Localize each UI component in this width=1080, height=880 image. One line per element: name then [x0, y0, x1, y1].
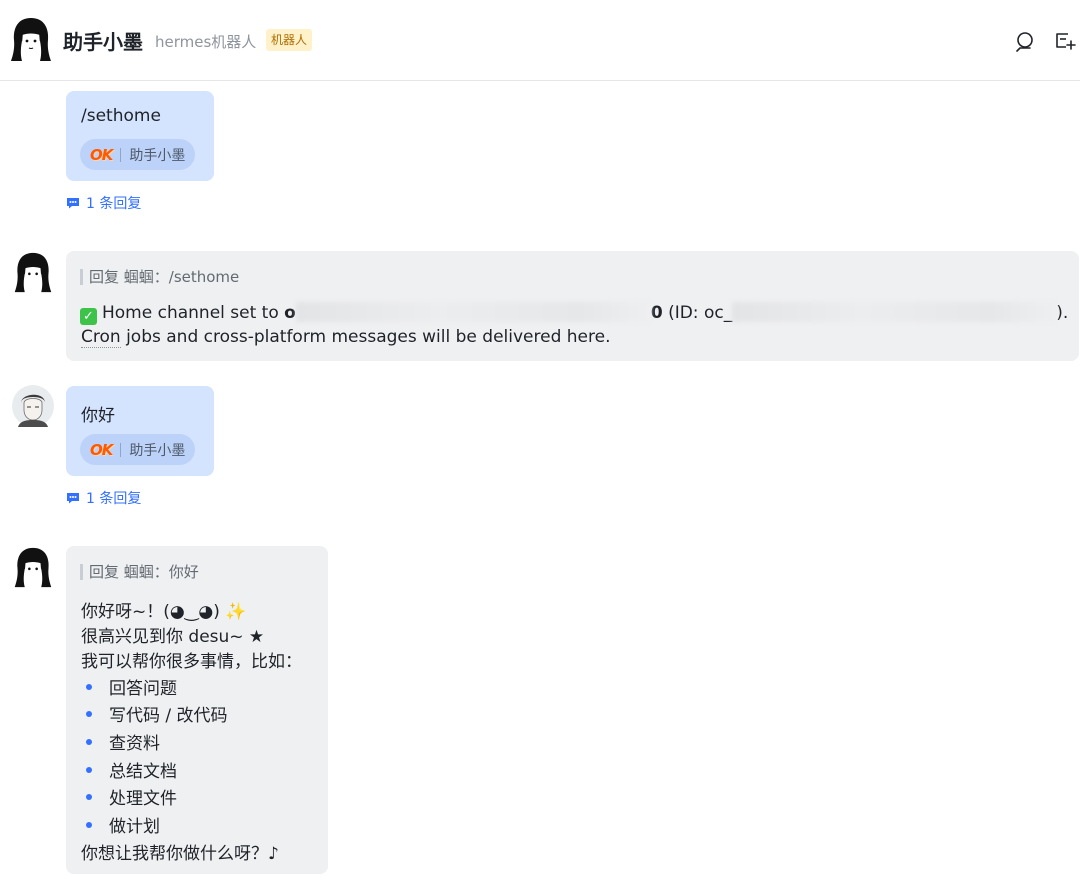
thread-reply-link[interactable]: 1 条回复 [66, 193, 141, 213]
bullet [86, 794, 92, 800]
list-item: 查资料 [86, 729, 160, 754]
comment-icon [67, 198, 79, 209]
message-line: 你好呀~！(◕‿◕) ✨ [81, 602, 247, 622]
reply-quote: 回复 蝈蝈：/sethome [80, 269, 239, 285]
reply-count: 1 条回复 [86, 196, 142, 212]
reaction-user: 助手小墨 [129, 147, 186, 164]
redacted-text [732, 302, 1057, 322]
comment-icon [67, 493, 79, 504]
message-text: 你好 [81, 406, 115, 426]
bot-avatar[interactable] [12, 546, 54, 588]
search-icon[interactable] [1014, 30, 1036, 52]
check-mark-icon: ✓ [80, 308, 97, 325]
message-line: 我可以帮你很多事情，比如： [81, 652, 302, 672]
redacted-text [295, 302, 651, 322]
message-line: ✓ Home channel set to o0 (ID: oc_). [80, 302, 1068, 325]
thread-reply-link[interactable]: 1 条回复 [66, 488, 141, 508]
list-item: 写代码 / 改代码 [86, 701, 228, 726]
reply-count: 1 条回复 [86, 491, 142, 507]
list-item: 做计划 [86, 812, 160, 837]
message-text: /sethome [81, 106, 161, 126]
reaction-chip[interactable]: OK 助手小墨 [80, 139, 196, 170]
divider [120, 147, 122, 162]
list-item: 总结文档 [86, 757, 177, 782]
divider [120, 442, 122, 457]
new-chat-icon[interactable] [1054, 30, 1076, 52]
ok-emoji-icon: OK [90, 440, 113, 459]
chat-subtitle: hermes机器人 [155, 33, 257, 51]
reply-quote: 回复 蝈蝈：你好 [80, 564, 199, 580]
sparkle-icon: ✨ [225, 602, 247, 622]
reaction-user: 助手小墨 [129, 442, 186, 459]
ok-emoji-icon: OK [90, 145, 113, 164]
message-line: 很高兴见到你 desu~ ★ [81, 627, 265, 647]
reaction-chip[interactable]: OK 助手小墨 [80, 434, 196, 465]
message-line: 你想让我帮你做什么呀？♪ [81, 844, 279, 864]
bot-avatar[interactable] [12, 251, 54, 293]
bot-avatar[interactable] [10, 16, 52, 62]
chat-header: 助手小墨 hermes机器人 机器人 [0, 0, 1080, 81]
list-item: 处理文件 [86, 784, 177, 809]
bullet [86, 822, 92, 828]
bullet [86, 684, 92, 690]
user-avatar[interactable] [12, 385, 54, 427]
bot-badge: 机器人 [266, 29, 313, 51]
message-line: Cron jobs and cross-platform messages wi… [81, 327, 611, 348]
bullet [86, 711, 92, 717]
bullet [86, 739, 92, 745]
bullet [86, 767, 92, 773]
list-item: 回答问题 [86, 674, 177, 699]
chat-title[interactable]: 助手小墨 [63, 26, 143, 55]
